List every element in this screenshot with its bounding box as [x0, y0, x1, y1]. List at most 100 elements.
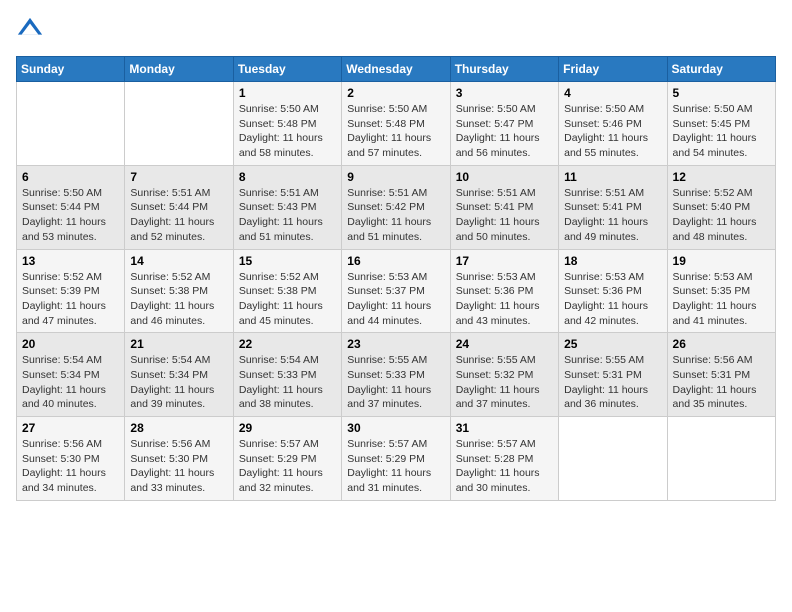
calendar-cell: 19Sunrise: 5:53 AM Sunset: 5:35 PM Dayli…: [667, 249, 775, 333]
calendar-cell: [667, 417, 775, 501]
calendar-cell: 10 Sunrise: 5:51 AM Sunset: 5:41 PM Dayli…: [450, 165, 558, 249]
day-number: 7: [130, 170, 227, 184]
logo: [16, 16, 48, 44]
calendar-cell: 14 Sunrise: 5:52 AM Sunset: 5:38 PM Dayli…: [125, 249, 233, 333]
day-number: 22: [239, 337, 336, 351]
calendar-cell: 22 Sunrise: 5:54 AM Sunset: 5:33 PM Dayli…: [233, 333, 341, 417]
calendar-cell: 21 Sunrise: 5:54 AM Sunset: 5:34 PM Dayli…: [125, 333, 233, 417]
day-number: 27: [22, 421, 119, 435]
cell-content: Sunrise: 5:57 AM Sunset: 5:29 PM Dayligh…: [347, 437, 444, 496]
day-number: 12: [673, 170, 770, 184]
day-number: 14: [130, 254, 227, 268]
calendar-cell: 3Sunrise: 5:50 AM Sunset: 5:47 PM Daylig…: [450, 82, 558, 166]
weekday-header-saturday: Saturday: [667, 57, 775, 82]
calendar-table: SundayMondayTuesdayWednesdayThursdayFrid…: [16, 56, 776, 501]
cell-content: Sunrise: 5:50 AM Sunset: 5:48 PM Dayligh…: [239, 102, 336, 161]
calendar-cell: 7Sunrise: 5:51 AM Sunset: 5:44 PM Daylig…: [125, 165, 233, 249]
weekday-header-friday: Friday: [559, 57, 667, 82]
cell-content: Sunrise: 5:57 AM Sunset: 5:29 PM Dayligh…: [239, 437, 336, 496]
cell-content: Sunrise: 5:52 AM Sunset: 5:39 PM Dayligh…: [22, 270, 119, 329]
day-number: 3: [456, 86, 553, 100]
day-number: 25: [564, 337, 661, 351]
calendar-cell: 26 Sunrise: 5:56 AM Sunset: 5:31 PM Dayli…: [667, 333, 775, 417]
calendar-cell: [125, 82, 233, 166]
calendar-cell: 4 Sunrise: 5:50 AM Sunset: 5:46 PM Daylig…: [559, 82, 667, 166]
weekday-header-sunday: Sunday: [17, 57, 125, 82]
cell-content: Sunrise: 5:57 AM Sunset: 5:28 PM Dayligh…: [456, 437, 553, 496]
page-header: [16, 16, 776, 44]
day-number: 4: [564, 86, 661, 100]
day-number: 10: [456, 170, 553, 184]
weekday-header-monday: Monday: [125, 57, 233, 82]
day-number: 8: [239, 170, 336, 184]
cell-content: Sunrise: 5:51 AM Sunset: 5:41 PM Dayligh…: [456, 186, 553, 245]
calendar-cell: 25 Sunrise: 5:55 AM Sunset: 5:31 PM Dayli…: [559, 333, 667, 417]
calendar-cell: 16 Sunrise: 5:53 AM Sunset: 5:37 PM Dayli…: [342, 249, 450, 333]
calendar-cell: 6Sunrise: 5:50 AM Sunset: 5:44 PM Daylig…: [17, 165, 125, 249]
calendar-cell: 27 Sunrise: 5:56 AM Sunset: 5:30 PM Dayli…: [17, 417, 125, 501]
day-number: 1: [239, 86, 336, 100]
cell-content: Sunrise: 5:56 AM Sunset: 5:31 PM Dayligh…: [673, 353, 770, 412]
day-number: 28: [130, 421, 227, 435]
day-number: 29: [239, 421, 336, 435]
calendar-week-5: 27 Sunrise: 5:56 AM Sunset: 5:30 PM Dayli…: [17, 417, 776, 501]
cell-content: Sunrise: 5:55 AM Sunset: 5:32 PM Dayligh…: [456, 353, 553, 412]
cell-content: Sunrise: 5:51 AM Sunset: 5:43 PM Dayligh…: [239, 186, 336, 245]
calendar-week-3: 13Sunrise: 5:52 AM Sunset: 5:39 PM Dayli…: [17, 249, 776, 333]
calendar-cell: 12 Sunrise: 5:52 AM Sunset: 5:40 PM Dayli…: [667, 165, 775, 249]
cell-content: Sunrise: 5:54 AM Sunset: 5:34 PM Dayligh…: [22, 353, 119, 412]
calendar-cell: 2 Sunrise: 5:50 AM Sunset: 5:48 PM Daylig…: [342, 82, 450, 166]
cell-content: Sunrise: 5:52 AM Sunset: 5:38 PM Dayligh…: [239, 270, 336, 329]
cell-content: Sunrise: 5:52 AM Sunset: 5:38 PM Dayligh…: [130, 270, 227, 329]
weekday-header-thursday: Thursday: [450, 57, 558, 82]
day-number: 31: [456, 421, 553, 435]
day-number: 11: [564, 170, 661, 184]
cell-content: Sunrise: 5:50 AM Sunset: 5:45 PM Dayligh…: [673, 102, 770, 161]
cell-content: Sunrise: 5:54 AM Sunset: 5:33 PM Dayligh…: [239, 353, 336, 412]
weekday-header-wednesday: Wednesday: [342, 57, 450, 82]
day-number: 15: [239, 254, 336, 268]
day-number: 21: [130, 337, 227, 351]
calendar-cell: 18 Sunrise: 5:53 AM Sunset: 5:36 PM Dayli…: [559, 249, 667, 333]
day-number: 24: [456, 337, 553, 351]
calendar-cell: 31 Sunrise: 5:57 AM Sunset: 5:28 PM Dayli…: [450, 417, 558, 501]
calendar-cell: 8 Sunrise: 5:51 AM Sunset: 5:43 PM Daylig…: [233, 165, 341, 249]
cell-content: Sunrise: 5:50 AM Sunset: 5:46 PM Dayligh…: [564, 102, 661, 161]
day-number: 26: [673, 337, 770, 351]
day-number: 23: [347, 337, 444, 351]
cell-content: Sunrise: 5:56 AM Sunset: 5:30 PM Dayligh…: [22, 437, 119, 496]
cell-content: Sunrise: 5:55 AM Sunset: 5:31 PM Dayligh…: [564, 353, 661, 412]
day-number: 6: [22, 170, 119, 184]
cell-content: Sunrise: 5:51 AM Sunset: 5:41 PM Dayligh…: [564, 186, 661, 245]
cell-content: Sunrise: 5:53 AM Sunset: 5:35 PM Dayligh…: [673, 270, 770, 329]
day-number: 2: [347, 86, 444, 100]
cell-content: Sunrise: 5:50 AM Sunset: 5:48 PM Dayligh…: [347, 102, 444, 161]
day-number: 30: [347, 421, 444, 435]
day-number: 18: [564, 254, 661, 268]
calendar-cell: 1 Sunrise: 5:50 AM Sunset: 5:48 PM Daylig…: [233, 82, 341, 166]
day-number: 17: [456, 254, 553, 268]
cell-content: Sunrise: 5:53 AM Sunset: 5:36 PM Dayligh…: [564, 270, 661, 329]
cell-content: Sunrise: 5:55 AM Sunset: 5:33 PM Dayligh…: [347, 353, 444, 412]
calendar-header: SundayMondayTuesdayWednesdayThursdayFrid…: [17, 57, 776, 82]
cell-content: Sunrise: 5:56 AM Sunset: 5:30 PM Dayligh…: [130, 437, 227, 496]
day-number: 20: [22, 337, 119, 351]
calendar-cell: [559, 417, 667, 501]
cell-content: Sunrise: 5:52 AM Sunset: 5:40 PM Dayligh…: [673, 186, 770, 245]
cell-content: Sunrise: 5:53 AM Sunset: 5:37 PM Dayligh…: [347, 270, 444, 329]
calendar-week-1: 1 Sunrise: 5:50 AM Sunset: 5:48 PM Daylig…: [17, 82, 776, 166]
day-number: 5: [673, 86, 770, 100]
calendar-cell: 15 Sunrise: 5:52 AM Sunset: 5:38 PM Dayli…: [233, 249, 341, 333]
calendar-cell: 30 Sunrise: 5:57 AM Sunset: 5:29 PM Dayli…: [342, 417, 450, 501]
cell-content: Sunrise: 5:53 AM Sunset: 5:36 PM Dayligh…: [456, 270, 553, 329]
logo-icon: [16, 16, 44, 44]
cell-content: Sunrise: 5:54 AM Sunset: 5:34 PM Dayligh…: [130, 353, 227, 412]
calendar-week-4: 20 Sunrise: 5:54 AM Sunset: 5:34 PM Dayli…: [17, 333, 776, 417]
calendar-cell: 29 Sunrise: 5:57 AM Sunset: 5:29 PM Dayli…: [233, 417, 341, 501]
calendar-cell: 11 Sunrise: 5:51 AM Sunset: 5:41 PM Dayli…: [559, 165, 667, 249]
day-number: 9: [347, 170, 444, 184]
day-number: 16: [347, 254, 444, 268]
calendar-cell: 20 Sunrise: 5:54 AM Sunset: 5:34 PM Dayli…: [17, 333, 125, 417]
calendar-cell: 17 Sunrise: 5:53 AM Sunset: 5:36 PM Dayli…: [450, 249, 558, 333]
calendar-cell: 13Sunrise: 5:52 AM Sunset: 5:39 PM Dayli…: [17, 249, 125, 333]
